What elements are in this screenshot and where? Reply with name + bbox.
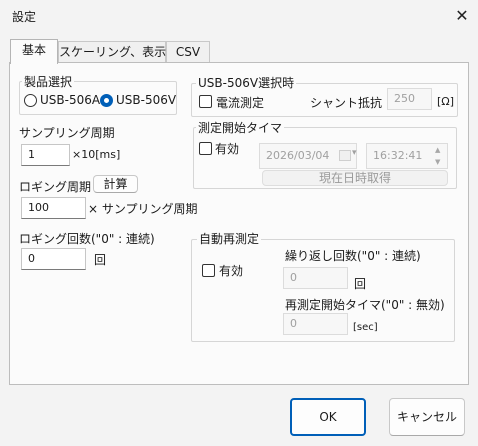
radio-usb506a[interactable]: [24, 94, 37, 107]
logging-count-label: ロギング回数("0" : 連続): [19, 232, 155, 246]
remeasure-timer-input[interactable]: 0: [283, 313, 348, 335]
current-measure-label: 電流測定: [216, 96, 265, 110]
radio-usb506v-label[interactable]: USB-506V: [116, 93, 176, 107]
date-value: 2026/03/04: [266, 149, 330, 162]
radio-usb506a-label[interactable]: USB-506A: [40, 93, 100, 107]
radio-usb506v[interactable]: [100, 94, 113, 107]
remeasure-timer-label: 再測定開始タイマ("0" : 無効): [285, 298, 445, 312]
close-icon: ✕: [455, 6, 469, 25]
repeat-count-label: 繰り返し回数("0" : 連続): [285, 249, 421, 263]
logging-count-unit: 回: [94, 253, 107, 267]
logging-count-input[interactable]: 0: [21, 248, 86, 270]
time-spin-down-icon[interactable]: ▼: [435, 157, 440, 167]
start-timer-enable-label: 有効: [215, 142, 240, 156]
title-bar: [0, 0, 478, 32]
tab-scaling-display[interactable]: スケーリング、表示: [58, 41, 166, 63]
shunt-unit: [Ω]: [437, 95, 454, 108]
ok-button[interactable]: OK: [290, 398, 366, 436]
calc-button[interactable]: 計算: [93, 175, 138, 193]
repeat-count-input[interactable]: 0: [283, 267, 348, 289]
sampling-input[interactable]: 1: [21, 144, 70, 166]
close-button[interactable]: ✕: [448, 3, 476, 29]
window-title: 設定: [12, 10, 37, 24]
start-timer-enable-checkbox[interactable]: [199, 142, 212, 155]
tab-basic[interactable]: 基本: [10, 39, 58, 64]
current-measure-checkbox[interactable]: [199, 95, 212, 108]
time-value: 16:32:41: [373, 149, 423, 162]
cancel-button[interactable]: キャンセル: [389, 398, 465, 436]
shunt-input[interactable]: 250: [387, 88, 432, 110]
logging-period-label: ロギング周期: [19, 180, 92, 194]
get-current-datetime-button[interactable]: 現在日時取得: [262, 170, 448, 186]
calendar-dropdown-icon[interactable]: ▾: [352, 148, 357, 158]
auto-remeasure-enable-checkbox[interactable]: [202, 264, 215, 277]
logging-period-input[interactable]: 100: [21, 197, 86, 219]
product-legend: 製品選択: [22, 73, 75, 90]
sampling-label: サンプリング周期: [19, 126, 115, 140]
tab-csv[interactable]: CSV: [166, 41, 210, 63]
calendar-checkbox[interactable]: [339, 150, 351, 161]
start-timer-legend: 測定開始タイマ: [196, 119, 285, 136]
remeasure-timer-unit: [sec]: [353, 322, 378, 333]
logging-period-unit: × サンプリング周期: [88, 202, 198, 216]
auto-remeasure-enable-label: 有効: [219, 264, 244, 278]
repeat-count-unit: 回: [354, 277, 367, 291]
shunt-label: シャント抵抗: [310, 96, 383, 110]
time-spin-up-icon[interactable]: ▲: [435, 145, 440, 155]
sampling-unit: ×10[ms]: [72, 148, 121, 161]
usb506v-legend: USB-506V選択時: [196, 74, 297, 91]
auto-remeasure-legend: 自動再測定: [197, 230, 262, 247]
